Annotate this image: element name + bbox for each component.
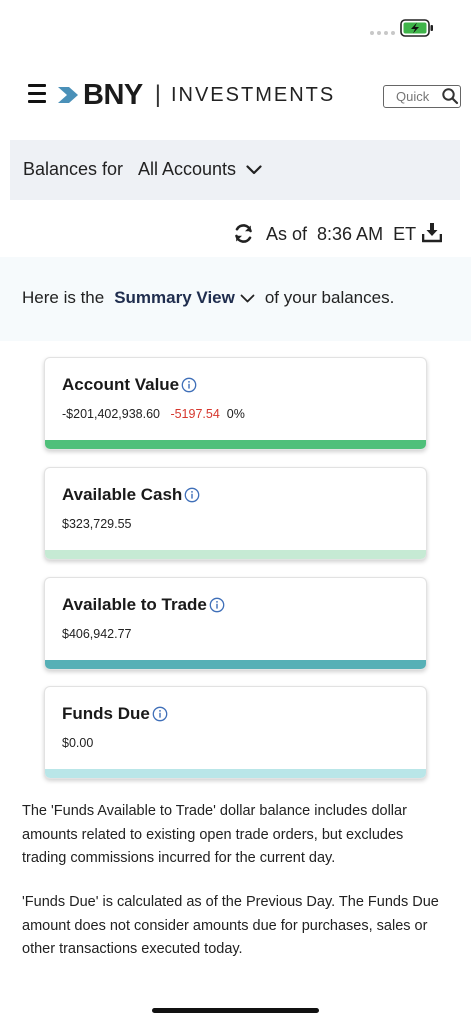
card-values: $406,942.77	[62, 627, 132, 641]
funds-due-amount: $0.00	[62, 736, 94, 750]
account-value-card[interactable]: Account Value -$201,402,938.60 -5197.54 …	[44, 357, 427, 450]
status-bar	[0, 0, 471, 52]
chevron-down-icon	[240, 294, 255, 302]
bny-logo[interactable]: BNY | INVESTMENTS	[57, 78, 336, 111]
account-selector-value: All Accounts	[138, 159, 237, 179]
available-to-trade-amount: $406,942.77	[62, 627, 132, 641]
balances-account-bar: Balances for All Accounts	[10, 140, 460, 200]
card-accent-bar	[45, 769, 426, 778]
card-title: Account Value	[62, 375, 197, 395]
refresh-icon[interactable]	[233, 223, 254, 244]
card-accent-bar	[45, 440, 426, 449]
info-icon[interactable]	[184, 487, 200, 503]
quick-search-box[interactable]	[383, 85, 461, 108]
home-indicator[interactable]	[152, 1008, 319, 1013]
summary-band: Here is the Summary View of your balance…	[0, 257, 471, 341]
battery-charging-icon	[400, 19, 433, 37]
summary-view-label: Summary View	[114, 288, 235, 307]
menu-button[interactable]	[28, 84, 46, 103]
info-icon[interactable]	[209, 597, 225, 613]
card-title: Available to Trade	[62, 595, 225, 615]
chevron-down-icon	[246, 164, 262, 174]
quick-search-input[interactable]	[384, 86, 442, 106]
signal-dots-icon	[370, 31, 395, 35]
as-of-timestamp: As of 8:36 AM ET	[266, 224, 417, 244]
card-values: $323,729.55	[62, 517, 132, 531]
card-title: Funds Due	[62, 704, 168, 724]
account-selector[interactable]: All Accounts	[138, 159, 262, 180]
card-values: $0.00	[62, 736, 93, 750]
logo-product: INVESTMENTS	[170, 83, 336, 106]
account-value-amount: -$201,402,938.60	[62, 407, 161, 421]
info-icon[interactable]	[181, 377, 197, 393]
menu-icon	[28, 84, 46, 87]
logo-separator: |	[154, 81, 161, 108]
logo-text: BNY	[83, 78, 143, 111]
card-values: -$201,402,938.60 -5197.54 0%	[62, 407, 245, 421]
available-cash-amount: $323,729.55	[62, 517, 132, 531]
account-value-change: -5197.54	[170, 407, 220, 421]
card-title-text: Funds Due	[62, 704, 150, 723]
balances-label: Balances for	[23, 159, 124, 179]
summary-suffix: of your balances.	[264, 288, 395, 307]
search-icon[interactable]	[441, 87, 459, 105]
app-header: BNY | INVESTMENTS	[0, 70, 471, 122]
info-icon[interactable]	[152, 706, 168, 722]
card-title-text: Account Value	[62, 375, 180, 394]
funds-due-card[interactable]: Funds Due $0.00	[44, 686, 427, 779]
card-accent-bar	[45, 660, 426, 669]
as-of-row: As of 8:36 AM ET	[0, 220, 471, 250]
available-cash-card[interactable]: Available Cash $323,729.55	[44, 467, 427, 560]
summary-sentence: Here is the Summary View of your balance…	[22, 288, 394, 308]
summary-prefix: Here is the	[22, 288, 105, 307]
available-to-trade-card[interactable]: Available to Trade $406,942.77	[44, 577, 427, 670]
account-value-percent: 0%	[226, 407, 245, 421]
funds-available-note: The 'Funds Available to Trade' dollar ba…	[22, 803, 407, 866]
summary-view-selector[interactable]: Summary View	[114, 288, 255, 308]
funds-due-note: 'Funds Due' is calculated as of the Prev…	[22, 894, 439, 957]
card-title-text: Available to Trade	[62, 595, 207, 614]
card-title: Available Cash	[62, 485, 200, 505]
download-icon[interactable]	[422, 222, 442, 244]
bny-arrow-icon	[58, 87, 78, 103]
card-title-text: Available Cash	[62, 485, 183, 504]
card-accent-bar	[45, 550, 426, 559]
